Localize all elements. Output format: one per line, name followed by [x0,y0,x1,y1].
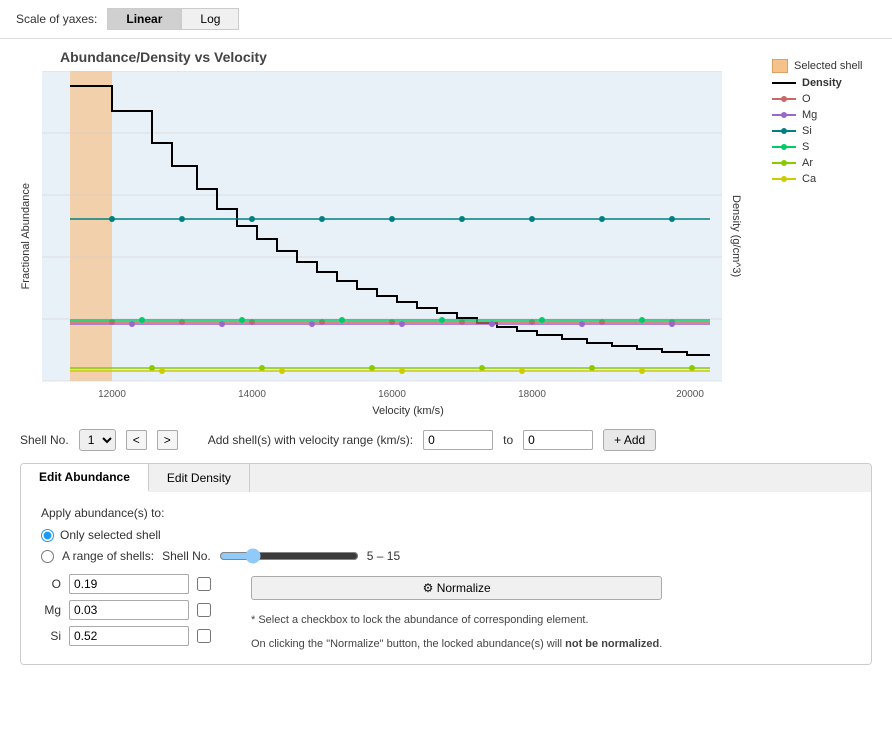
legend-item-selected-shell: Selected shell [772,59,872,73]
shell-select[interactable]: 1 2 3 [79,429,116,451]
element-inputs-section: O Mg Si [41,574,211,646]
element-label-si: Si [41,629,61,643]
element-row-o: O [41,574,211,594]
range-min-slider[interactable] [219,548,359,564]
radio-range-row: A range of shells: Shell No. 5 – 15 [41,548,851,564]
radio-range-label: A range of shells: [62,549,154,563]
legend-line-s [772,146,796,148]
x-axis-label: Velocity (km/s) [74,405,742,417]
element-check-mg[interactable] [197,603,211,617]
legend-label-s: S [802,141,809,153]
y-axis-left-label: Fractional Abundance [20,183,32,289]
legend-box-selected-shell [772,59,788,73]
radio-only-shell-label: Only selected shell [60,528,161,542]
legend: Selected shell Density O Mg Si [762,49,882,417]
shell-no-range-label: Shell No. [162,549,211,563]
normalize-note-1: On clicking the "Normalize" button, the … [251,638,565,650]
legend-line-density [772,82,796,84]
svg-text:18000: 18000 [518,389,546,400]
legend-item-ar: Ar [772,157,872,169]
element-row-mg: Mg [41,600,211,620]
velocity-from-input[interactable] [423,430,493,450]
normalize-note-2: not be normalized [565,638,659,650]
legend-line-ar [772,162,796,164]
top-bar: Scale of yaxes: Linear Log [0,0,892,39]
normalize-note-3: . [659,638,662,650]
normalize-button[interactable]: ⚙ Normalize [251,576,662,600]
legend-label-ca: Ca [802,173,816,185]
add-shell-label: Add shell(s) with velocity range (km/s): [208,433,413,447]
controls-bar: Shell No. 1 2 3 < > Add shell(s) with ve… [0,421,892,459]
chart-title: Abundance/Density vs Velocity [60,49,742,65]
tab-edit-abundance[interactable]: Edit Abundance [21,464,149,492]
add-shell-button[interactable]: + Add [603,429,656,451]
normalize-note: On clicking the "Normalize" button, the … [251,638,662,650]
legend-line-ca [772,178,796,180]
element-label-mg: Mg [41,603,61,617]
element-input-si[interactable] [69,626,189,646]
legend-label-selected-shell: Selected shell [794,60,863,72]
element-input-o[interactable] [69,574,189,594]
legend-line-si [772,130,796,132]
velocity-to-input[interactable] [523,430,593,450]
tab-edit-density[interactable]: Edit Density [149,464,250,492]
chart-area: Abundance/Density vs Velocity Fractional… [0,39,892,417]
prev-shell-button[interactable]: < [126,430,147,450]
legend-label-density: Density [802,77,842,89]
radio-only-shell-row: Only selected shell [41,528,851,542]
tabs-header: Edit Abundance Edit Density [21,464,871,492]
legend-item-s: S [772,141,872,153]
legend-item-mg: Mg [772,109,872,121]
svg-text:20000: 20000 [676,389,704,400]
log-button[interactable]: Log [181,8,239,30]
y-axis-right-label: Density (g/cm^3) [730,195,742,277]
chart-wrap: 0 0.2 0.4 0.6 0.8 1 0 2 4 6 8 10 12 [42,71,722,401]
radio-range-shell[interactable] [41,550,54,563]
select-note: * Select a checkbox to lock the abundanc… [251,614,662,626]
legend-item-density: Density [772,77,872,89]
legend-item-o: O [772,93,872,105]
legend-label-ar: Ar [802,157,813,169]
tabs-section: Edit Abundance Edit Density Apply abunda… [20,463,872,665]
radio-only-shell[interactable] [41,529,54,542]
legend-line-o [772,98,796,100]
linear-button[interactable]: Linear [107,8,181,30]
element-check-si[interactable] [197,629,211,643]
range-value: 5 – 15 [367,549,400,563]
next-shell-button[interactable]: > [157,430,178,450]
legend-line-mg [772,114,796,116]
svg-text:14000: 14000 [238,389,266,400]
element-input-mg[interactable] [69,600,189,620]
scale-label: Scale of yaxes: [16,12,97,26]
legend-label-si: Si [802,125,812,137]
normalize-info-section: ⚙ Normalize * Select a checkbox to lock … [251,574,662,650]
chart-svg: 0 0.2 0.4 0.6 0.8 1 0 2 4 6 8 10 12 [42,71,722,401]
to-label: to [503,433,513,447]
element-row-si: Si [41,626,211,646]
apply-label: Apply abundance(s) to: [41,506,851,520]
svg-text:12000: 12000 [98,389,126,400]
legend-item-ca: Ca [772,173,872,185]
tab-content-abundance: Apply abundance(s) to: Only selected she… [21,492,871,664]
legend-item-si: Si [772,125,872,137]
chart-container: Abundance/Density vs Velocity Fractional… [20,49,742,417]
shell-no-label: Shell No. [20,433,69,447]
element-label-o: O [41,577,61,591]
legend-label-o: O [802,93,811,105]
svg-text:16000: 16000 [378,389,406,400]
element-check-o[interactable] [197,577,211,591]
legend-label-mg: Mg [802,109,817,121]
